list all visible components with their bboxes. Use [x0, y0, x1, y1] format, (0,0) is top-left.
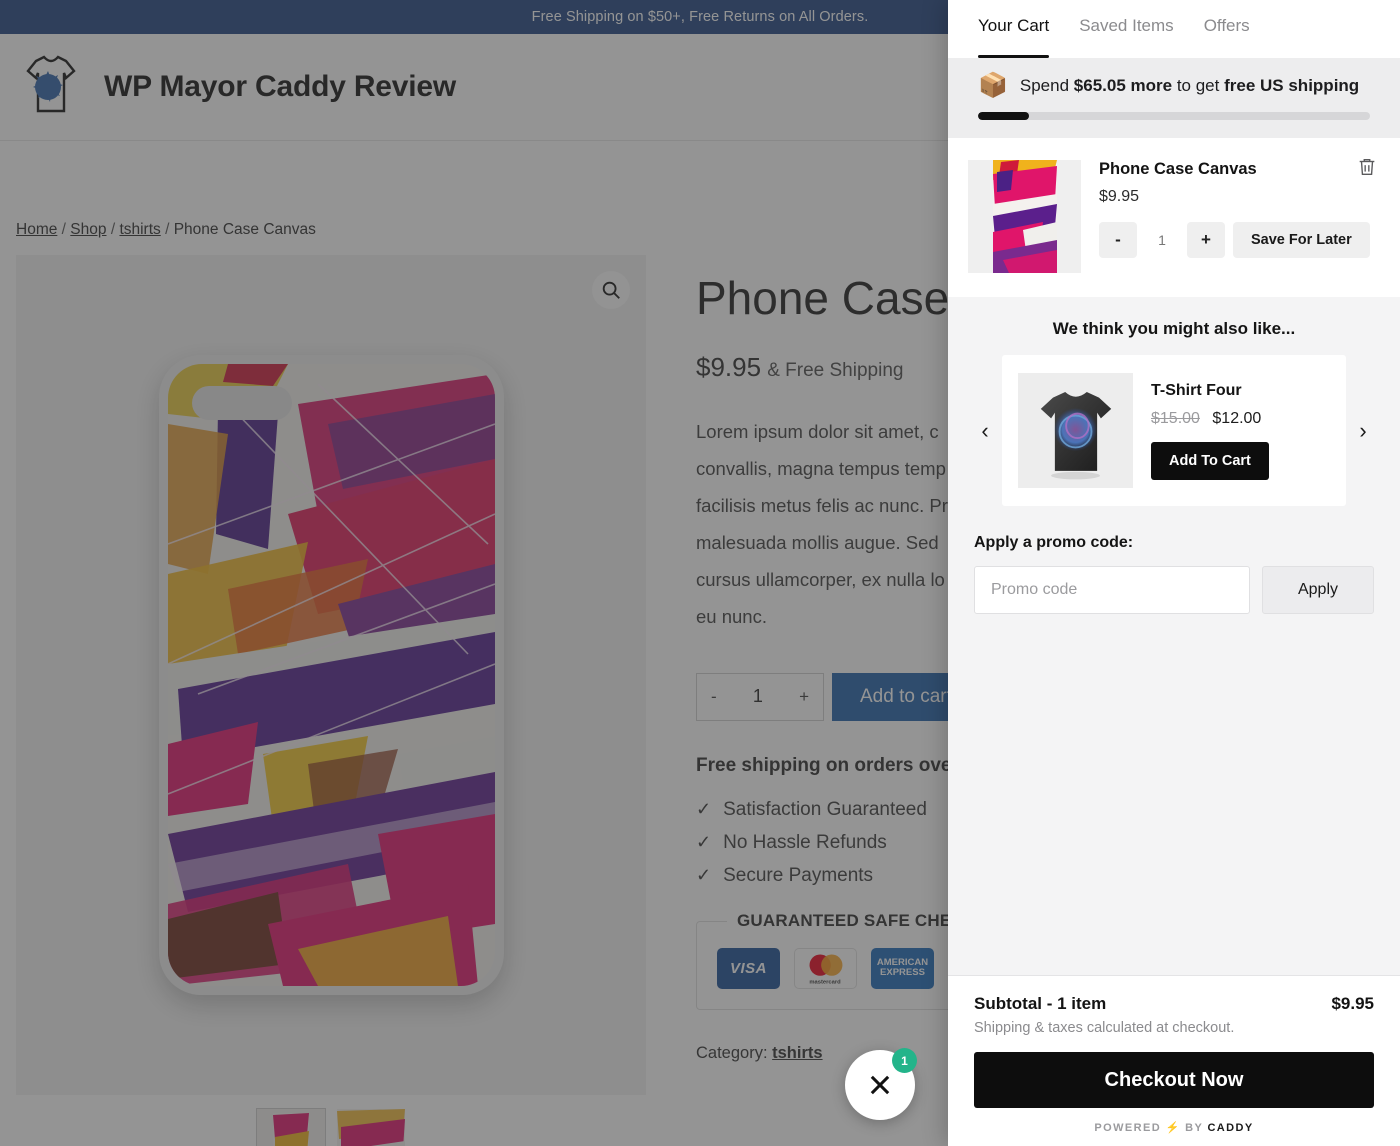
- powered-prefix: POWERED: [1094, 1122, 1162, 1134]
- promo-code-label: Apply a promo code:: [974, 534, 1134, 551]
- cart-item-name: Phone Case Canvas: [1099, 160, 1257, 178]
- promo-code-section: Apply a promo code: Apply: [948, 514, 1400, 614]
- chevron-right-icon[interactable]: ›: [1352, 419, 1374, 442]
- shipping-suffix: free US shipping: [1224, 76, 1360, 95]
- cart-drawer: Your Cart Saved Items Offers 📦 Spend $65…: [948, 0, 1400, 1146]
- cart-close-fab[interactable]: 1: [845, 1048, 917, 1120]
- recommendation-price: $12.00: [1212, 409, 1262, 427]
- shipping-middle: to get: [1176, 76, 1220, 95]
- promo-code-input[interactable]: [974, 566, 1250, 614]
- cart-line-item: Phone Case Canvas $9.95 - 1 + Save For L…: [948, 138, 1400, 297]
- powered-mid: BY: [1185, 1122, 1203, 1134]
- powered-brand: CADDY: [1207, 1122, 1254, 1134]
- package-box-icon: 📦: [978, 72, 1008, 99]
- cart-tabs: Your Cart Saved Items Offers: [948, 0, 1400, 58]
- recommendation-add-to-cart-button[interactable]: Add To Cart: [1151, 441, 1269, 480]
- tab-saved-items[interactable]: Saved Items: [1079, 16, 1174, 58]
- close-x-icon: [870, 1075, 890, 1095]
- cart-recommendations: We think you might also like... ‹ T-Shir…: [948, 297, 1400, 514]
- chevron-left-icon[interactable]: ‹: [974, 419, 996, 442]
- promo-apply-button[interactable]: Apply: [1262, 566, 1374, 614]
- recommendation-image[interactable]: [1018, 373, 1133, 488]
- powered-by-caddy: POWERED ⚡ BY CADDY: [974, 1121, 1374, 1134]
- shipping-amount: $65.05 more: [1073, 76, 1173, 95]
- recommendation-old-price: $15.00: [1151, 409, 1200, 427]
- shipping-prefix: Spend: [1019, 76, 1070, 95]
- cart-item-price: $9.95: [1099, 188, 1140, 205]
- tax-note: Shipping & taxes calculated at checkout.: [974, 1020, 1235, 1036]
- checkout-now-button[interactable]: Checkout Now: [974, 1052, 1374, 1108]
- recommendations-carousel: ‹ T-Shirt Four $15.00 $12.00 Add To Cart…: [974, 355, 1374, 506]
- shipping-progress-bar: [978, 112, 1370, 120]
- cart-item-increment[interactable]: +: [1187, 222, 1225, 258]
- recommendation-prices: $15.00 $12.00: [1151, 410, 1330, 428]
- subtotal-label: Subtotal - 1 item: [974, 994, 1107, 1013]
- cart-item-decrement[interactable]: -: [1099, 222, 1137, 258]
- tab-your-cart[interactable]: Your Cart: [978, 16, 1050, 58]
- recommendation-name: T-Shirt Four: [1151, 381, 1242, 399]
- cart-item-quantity: 1: [1158, 232, 1166, 248]
- recommendations-title: We think you might also like...: [1052, 319, 1296, 338]
- drawer-spacer: [948, 614, 1400, 975]
- lightning-bolt-icon: ⚡: [1165, 1122, 1181, 1134]
- cart-count-badge: 1: [892, 1048, 917, 1073]
- trash-icon[interactable]: [1356, 156, 1378, 183]
- tab-offers[interactable]: Offers: [1204, 16, 1250, 58]
- cart-footer: Subtotal - 1 item $9.95 Shipping & taxes…: [948, 975, 1400, 1146]
- shipping-progress-fill: [978, 112, 1029, 120]
- free-shipping-progress: 📦 Spend $65.05 more to get free US shipp…: [948, 58, 1400, 138]
- shipping-progress-text: Spend $65.05 more to get free US shippin…: [1020, 76, 1359, 96]
- save-for-later-button[interactable]: Save For Later: [1233, 222, 1370, 258]
- recommendation-card: T-Shirt Four $15.00 $12.00 Add To Cart: [1002, 355, 1346, 506]
- subtotal-value: $9.95: [1331, 994, 1374, 1013]
- cart-item-thumbnail[interactable]: [968, 160, 1081, 273]
